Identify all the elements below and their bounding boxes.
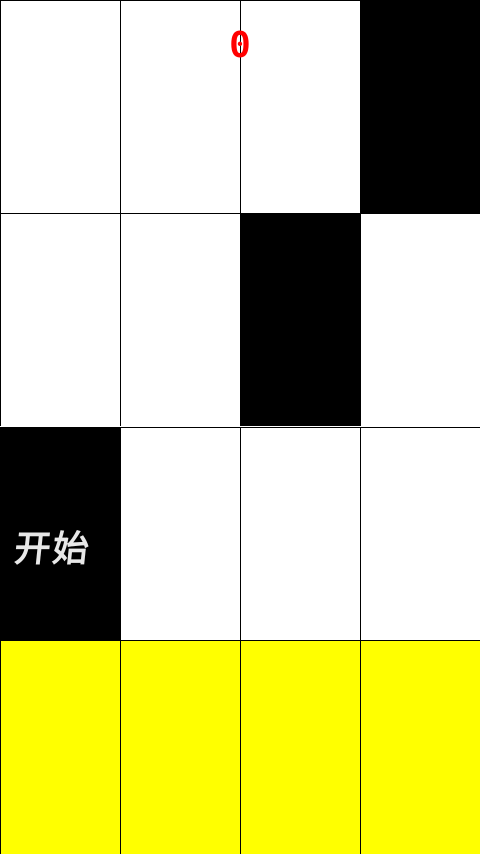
tile-row-2 (0, 213, 480, 426)
white-tile[interactable] (120, 213, 240, 426)
finish-row (0, 640, 480, 854)
score-counter: 0 (229, 25, 251, 66)
white-tile[interactable] (0, 213, 120, 426)
yellow-tile (360, 640, 480, 854)
white-tile[interactable] (120, 427, 240, 640)
white-tile[interactable] (360, 213, 480, 426)
game-board: 开始 0 (0, 0, 480, 854)
black-tile[interactable] (240, 213, 360, 426)
white-tile[interactable] (360, 427, 480, 640)
yellow-tile (240, 640, 360, 854)
start-label: 开始 (12, 529, 93, 570)
yellow-tile (0, 640, 120, 854)
white-tile[interactable] (240, 427, 360, 640)
yellow-tile (120, 640, 240, 854)
start-tile[interactable]: 开始 (0, 427, 120, 640)
tile-row-3: 开始 (0, 427, 480, 640)
